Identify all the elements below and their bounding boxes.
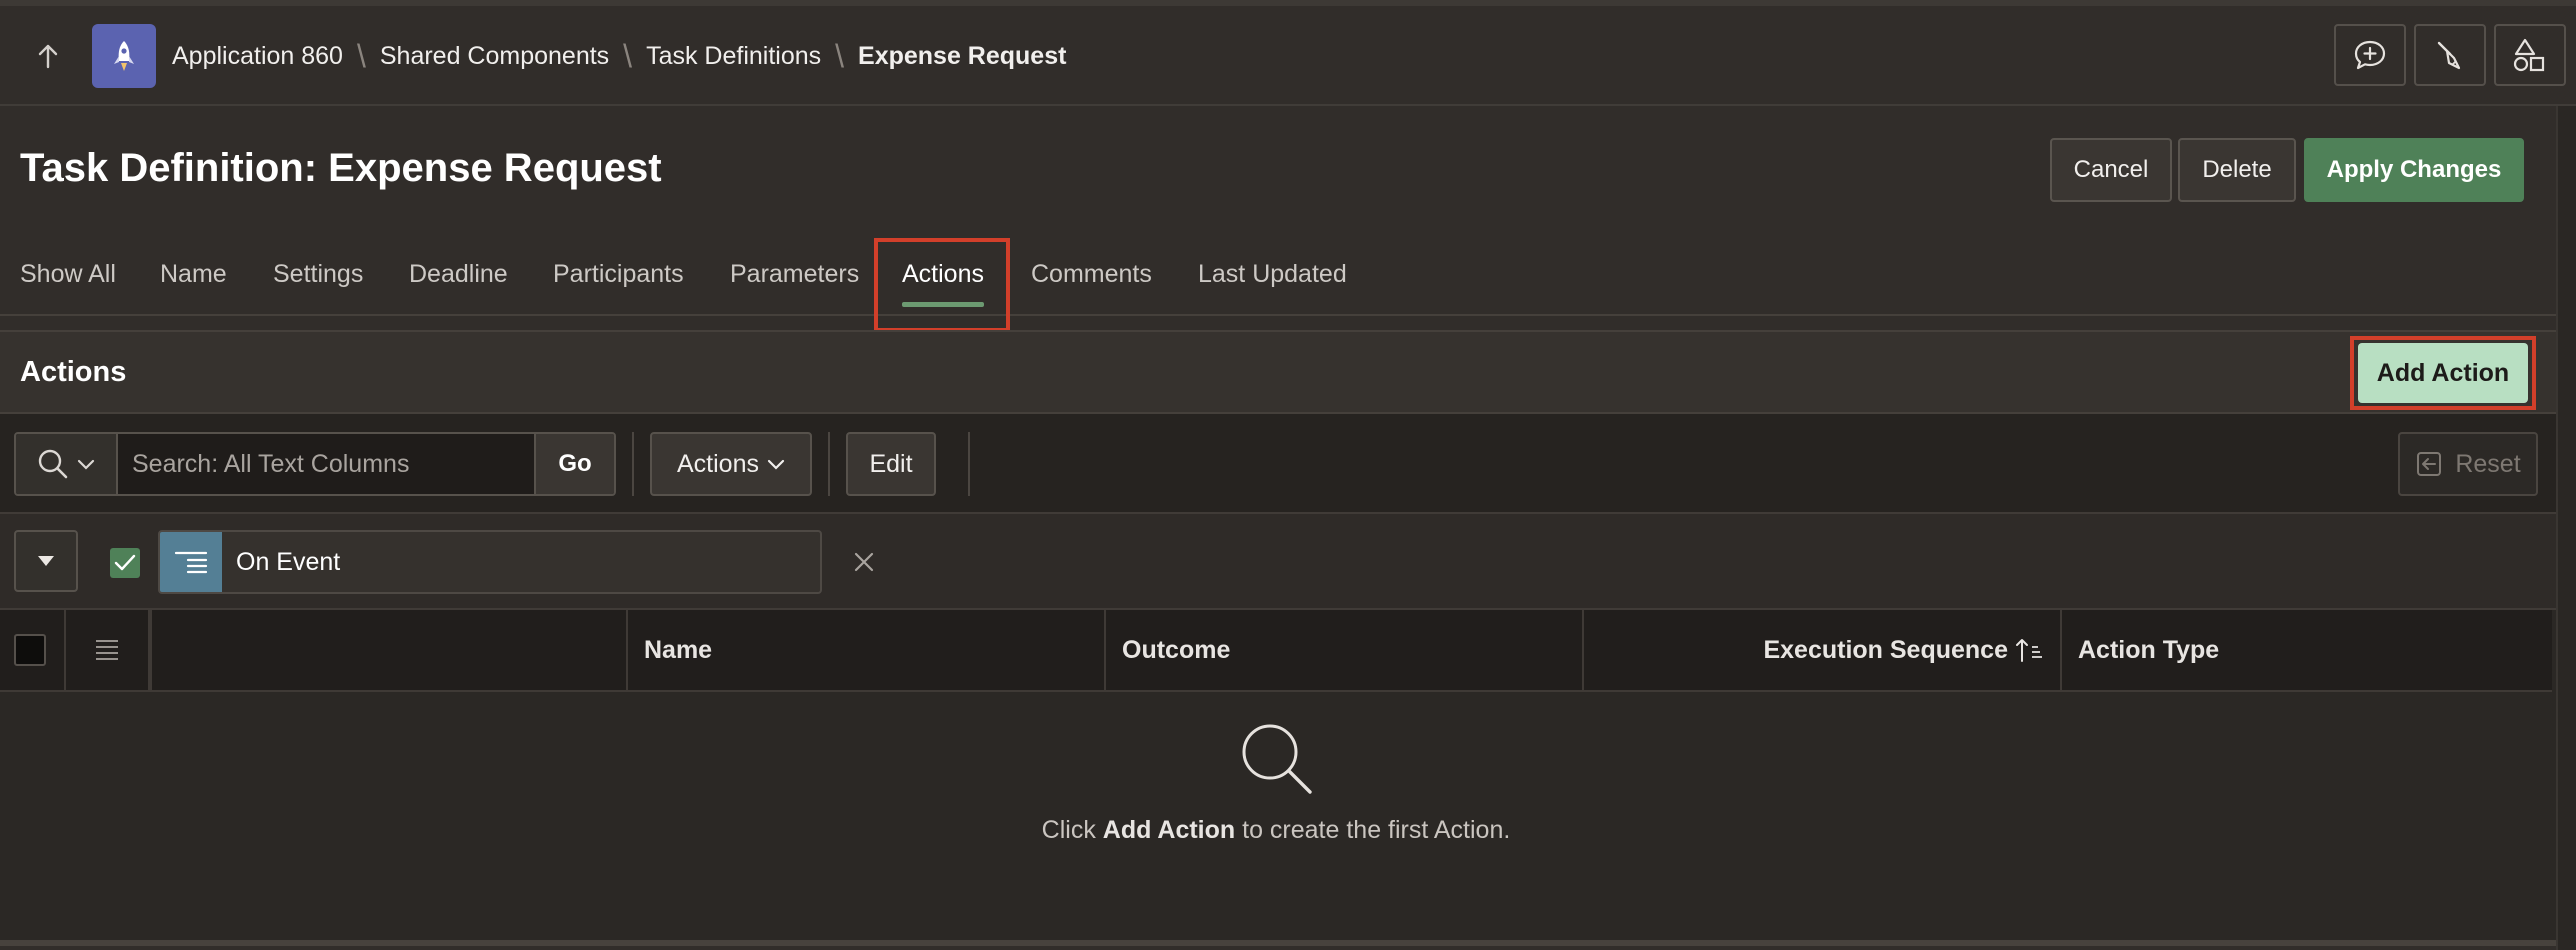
search-icon [38, 449, 68, 479]
region-bottom-border [0, 940, 2556, 946]
breadcrumb: Application 860 \ Shared Components \ Ta… [172, 36, 1066, 76]
cancel-button[interactable]: Cancel [2050, 138, 2172, 202]
app-icon[interactable] [92, 24, 156, 88]
reset-label: Reset [2455, 449, 2521, 478]
close-icon [854, 552, 874, 572]
column-header-action-type[interactable]: Action Type [2060, 610, 2552, 690]
breadcrumb-separator: \ [835, 37, 845, 74]
empty-state-suffix: to create the first Action. [1235, 816, 1511, 844]
empty-state-message: Click Add Action to create the first Act… [0, 816, 2552, 845]
go-button[interactable]: Go [534, 434, 614, 494]
navigate-up-button[interactable] [22, 30, 74, 82]
tab-bar: Show All Name Settings Deadline Particip… [0, 236, 2556, 316]
tab-last-updated[interactable]: Last Updated [1198, 260, 1347, 289]
column-header-execution-sequence-label: Execution Sequence [1763, 635, 2008, 664]
breadcrumb-shared-components[interactable]: Shared Components [380, 42, 609, 71]
chat-add-icon [2354, 40, 2386, 70]
breadcrumb-current: Expense Request [858, 41, 1067, 70]
edit-button[interactable]: Edit [846, 432, 936, 496]
tab-settings[interactable]: Settings [273, 260, 363, 289]
select-all-checkbox[interactable] [14, 634, 46, 666]
control-break-icon-box [160, 532, 222, 592]
reset-button[interactable]: Reset [2398, 432, 2538, 496]
region-header [0, 330, 2556, 414]
column-header-blank[interactable] [148, 610, 626, 690]
breadcrumb-task-definitions[interactable]: Task Definitions [646, 42, 821, 71]
tab-highlight-box [874, 238, 1010, 332]
breadcrumb-separator: \ [623, 37, 633, 74]
sort-ascending-icon [2016, 639, 2042, 662]
toolbar-divider [632, 432, 634, 496]
row-selector-column[interactable] [64, 610, 148, 690]
search-input[interactable] [118, 434, 534, 494]
add-action-button[interactable]: Add Action [2358, 343, 2528, 403]
breadcrumb-application[interactable]: Application 860 [172, 42, 343, 71]
shapes-icon [2513, 38, 2545, 72]
arrow-up-icon [38, 44, 58, 69]
control-break-icon [174, 551, 208, 574]
column-header-name[interactable]: Name [626, 610, 1104, 690]
broom-icon [2437, 41, 2461, 70]
collapse-filters-button[interactable] [14, 530, 78, 592]
chevron-down-icon [77, 459, 95, 470]
column-header-execution-sequence[interactable]: Execution Sequence [1582, 610, 2060, 690]
triangle-down-icon [38, 556, 54, 566]
rocket-icon [114, 41, 134, 71]
tab-parameters[interactable]: Parameters [730, 260, 859, 289]
toolbar-divider [968, 432, 970, 496]
vertical-scrollbar[interactable] [2556, 106, 2576, 950]
filter-label: On Event [236, 547, 341, 576]
filter-enabled-checkbox[interactable] [110, 548, 140, 578]
clear-cache-button[interactable] [2414, 24, 2486, 86]
actions-menu-label: Actions [677, 449, 759, 478]
table-header: Name Outcome Execution Sequence Action T… [0, 610, 2552, 692]
add-comment-button[interactable] [2334, 24, 2406, 86]
reset-icon [2417, 452, 2442, 476]
empty-state-emphasis: Add Action [1102, 816, 1236, 844]
tab-participants[interactable]: Participants [553, 260, 684, 289]
control-break-filter[interactable]: On Event [158, 530, 822, 594]
column-header-outcome[interactable]: Outcome [1104, 610, 1582, 690]
toolbar-divider [828, 432, 830, 496]
chevron-down-icon [767, 459, 785, 470]
region-title: Actions [20, 356, 127, 388]
actions-menu-button[interactable]: Actions [650, 432, 812, 496]
search-bar: Go [14, 432, 616, 496]
apply-changes-button[interactable]: Apply Changes [2304, 138, 2524, 202]
delete-button[interactable]: Delete [2178, 138, 2296, 202]
tab-deadline[interactable]: Deadline [409, 260, 508, 289]
row-menu-icon [96, 640, 118, 660]
shared-components-button[interactable] [2494, 24, 2566, 86]
tab-comments[interactable]: Comments [1031, 260, 1152, 289]
checkmark-icon [114, 554, 136, 571]
tab-show-all[interactable]: Show All [20, 260, 116, 289]
breadcrumb-separator: \ [356, 37, 366, 74]
empty-state-search-icon [1238, 720, 1316, 798]
tab-name[interactable]: Name [160, 260, 227, 289]
empty-state-prefix: Click [1041, 816, 1103, 844]
remove-filter-button[interactable] [846, 544, 882, 580]
page-title: Task Definition: Expense Request [20, 146, 662, 190]
search-column-selector[interactable] [16, 434, 118, 494]
